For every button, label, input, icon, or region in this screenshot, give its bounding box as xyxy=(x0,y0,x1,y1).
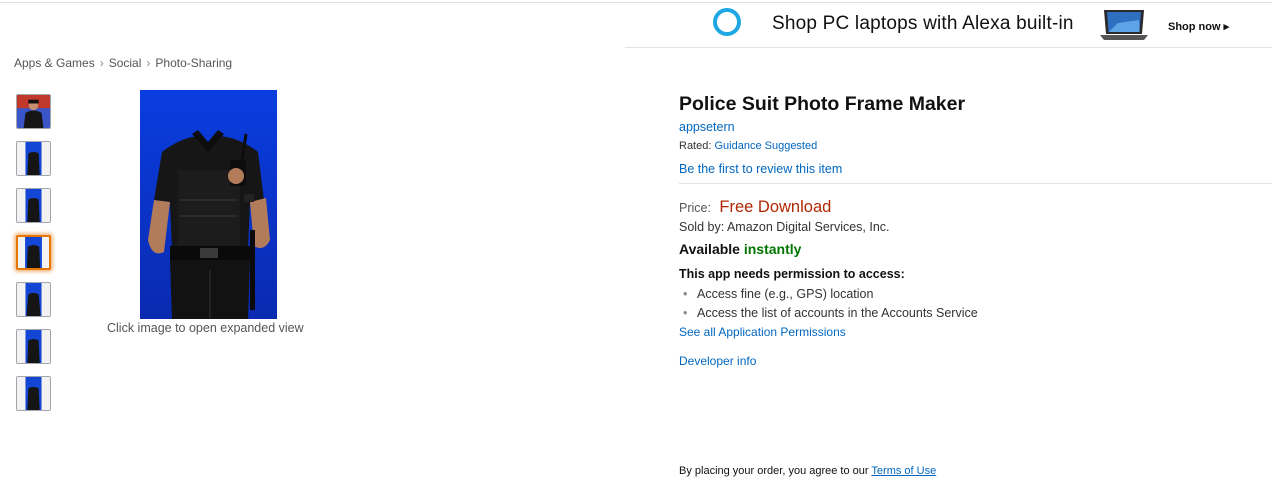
breadcrumb-social[interactable]: Social xyxy=(109,56,142,70)
thumbnail-3[interactable] xyxy=(16,188,51,223)
police-officer-thumb-image xyxy=(17,95,50,128)
permission-item: Access the list of accounts in the Accou… xyxy=(679,305,978,324)
rating-link[interactable]: Guidance Suggested xyxy=(714,140,817,152)
thumbnail-5[interactable] xyxy=(16,282,51,317)
see-all-permissions-link[interactable]: See all Application Permissions xyxy=(679,325,846,339)
ad-banner[interactable]: Shop PC laptops with Alexa built-in Shop… xyxy=(625,3,1272,48)
breadcrumb-separator: › xyxy=(146,56,151,70)
terms-text: By placing your order, you agree to our xyxy=(679,465,869,477)
police-suit-photo xyxy=(140,90,277,319)
breadcrumb-separator: › xyxy=(99,56,104,70)
breadcrumb-apps-games[interactable]: Apps & Games xyxy=(14,56,95,70)
developer-link[interactable]: appsetern xyxy=(679,120,735,134)
price-row: Price: Free Download xyxy=(679,198,831,217)
available-value: instantly xyxy=(743,241,802,257)
permissions-list: Access fine (e.g., GPS) location Access … xyxy=(679,286,978,324)
rated-label: Rated: xyxy=(679,140,712,152)
thumbnail-6[interactable] xyxy=(16,329,51,364)
available-label: Available xyxy=(679,241,740,257)
zoom-hint: Click image to open expanded view xyxy=(107,321,304,335)
police-suit-thumb-image xyxy=(18,237,49,268)
price-label: Price: xyxy=(679,201,711,215)
laptop-icon xyxy=(1100,10,1148,40)
availability: Available instantly xyxy=(679,241,801,257)
permissions-heading: This app needs permission to access: xyxy=(679,267,905,281)
thumbnail-1[interactable] xyxy=(16,94,51,129)
terms-notice: By placing your order, you agree to our … xyxy=(679,465,936,477)
permission-item: Access fine (e.g., GPS) location xyxy=(679,286,978,305)
developer-info-link[interactable]: Developer info xyxy=(679,354,756,368)
shop-now-button[interactable]: Shop now ▸ xyxy=(1168,20,1229,33)
main-product-image[interactable] xyxy=(140,90,277,319)
breadcrumb-photo-sharing[interactable]: Photo-Sharing xyxy=(155,56,232,70)
thumbnail-4-selected[interactable] xyxy=(16,235,51,270)
thumbnail-2[interactable] xyxy=(16,141,51,176)
price-value: Free Download xyxy=(719,198,832,216)
ad-headline[interactable]: Shop PC laptops with Alexa built-in xyxy=(772,13,1074,35)
breadcrumb: Apps & Games › Social › Photo-Sharing xyxy=(14,56,232,70)
alexa-ring-icon xyxy=(713,8,741,36)
thumbnail-7[interactable] xyxy=(16,376,51,411)
police-suit-thumb-image xyxy=(17,189,50,222)
write-review-link[interactable]: Be the first to review this item xyxy=(679,162,842,176)
police-suit-thumb-image xyxy=(17,377,50,410)
rating-row: Rated: Guidance Suggested xyxy=(679,140,817,152)
terms-of-use-link[interactable]: Terms of Use xyxy=(871,465,936,477)
police-suit-thumb-image xyxy=(17,142,50,175)
police-suit-thumb-image xyxy=(17,330,50,363)
divider xyxy=(679,183,1272,184)
police-suit-thumb-image xyxy=(17,283,50,316)
sold-by: Sold by: Amazon Digital Services, Inc. xyxy=(679,220,890,234)
product-title: Police Suit Photo Frame Maker xyxy=(679,93,966,115)
